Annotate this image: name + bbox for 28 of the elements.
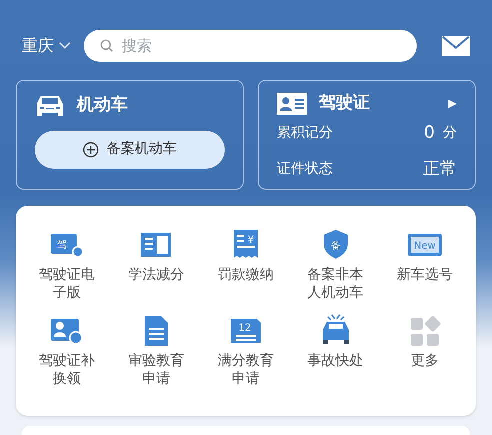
search-field[interactable]: 搜索 (84, 30, 417, 62)
service-link[interactable]: 新车选号 (393, 266, 458, 284)
plus-icon (83, 142, 99, 158)
service-link[interactable]: 事故快处 (304, 352, 368, 370)
card-title: 驾驶证 (319, 92, 370, 115)
id-card-icon (277, 92, 307, 115)
service-link[interactable]: 满分教育申请 (214, 352, 278, 388)
register-vehicle-button[interactable]: 备案机动车 (35, 130, 225, 168)
license-card[interactable]: 驾驶证 ▶ 累积记分 0 分 证件状态 正常 (258, 80, 476, 190)
mail-icon[interactable] (442, 36, 470, 56)
row-value: 正常 (423, 158, 457, 181)
row-label: 证件状态 (277, 160, 333, 180)
service-link[interactable]: 罚款缴纳 (214, 266, 278, 284)
row-value: 0 (424, 122, 435, 144)
row-label: 累积记分 (277, 124, 333, 143)
search-icon (100, 39, 114, 53)
city-selector[interactable]: 重庆 (22, 34, 72, 58)
card-title: 机动车 (77, 94, 128, 117)
car-icon (35, 94, 65, 118)
service-link[interactable]: 驾驶证电子版 (34, 266, 99, 302)
service-link[interactable]: 学法减分 (124, 266, 188, 284)
service-link[interactable]: 备案非本人机动车 (304, 266, 368, 302)
unit-label: 分 (443, 124, 457, 143)
arrow-icon[interactable]: ▶ (448, 96, 457, 112)
service-link[interactable]: 审验教育申请 (124, 352, 188, 388)
service-link[interactable]: 更多 (393, 352, 458, 370)
service-link[interactable]: 驾驶证补换领 (34, 352, 99, 388)
chevron-down-icon (58, 41, 72, 51)
